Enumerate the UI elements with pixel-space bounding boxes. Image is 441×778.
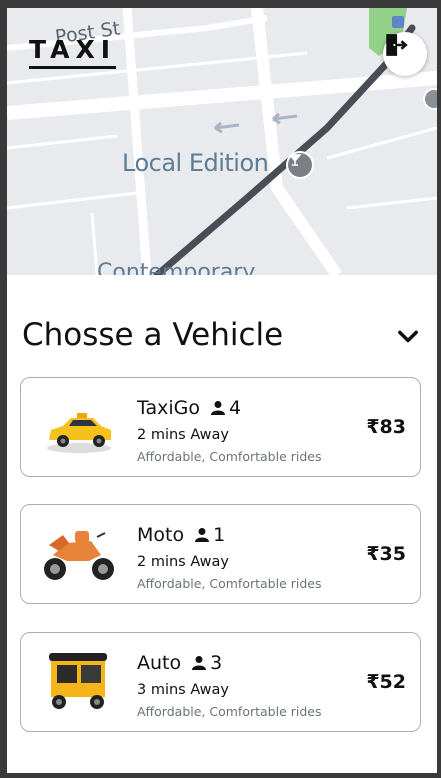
vehicle-eta: 2 mins Away	[137, 427, 229, 443]
app-frame: Post St Local Edition Contemporary TAXI …	[7, 8, 437, 773]
logout-button[interactable]	[383, 32, 427, 76]
auto-rickshaw-icon	[49, 653, 107, 709]
capacity-value: 4	[228, 397, 242, 419]
vehicle-option-auto[interactable]: Auto 3 3 mins Away Affordable, Comfortab…	[20, 632, 421, 732]
vehicle-option-moto[interactable]: Moto 1 2 mins Away Affordable, Comfortab…	[20, 504, 421, 604]
logout-icon	[386, 34, 408, 56]
bar-icon[interactable]	[286, 151, 314, 179]
vehicle-description: Affordable, Comfortable rides	[137, 704, 322, 719]
vehicle-description: Affordable, Comfortable rides	[137, 576, 322, 591]
capacity: 4	[210, 397, 241, 419]
vehicle-price: ₹52	[366, 671, 406, 693]
capacity-value: 1	[213, 524, 226, 546]
vehicle-eta: 2 mins Away	[137, 554, 229, 570]
vehicle-description: Affordable, Comfortable rides	[137, 449, 322, 464]
vehicle-name-label: Auto	[137, 652, 182, 674]
vehicle-price: ₹35	[366, 543, 406, 565]
vehicle-eta: 3 mins Away	[137, 682, 229, 698]
capacity: 1	[194, 524, 225, 546]
vehicle-name: TaxiGo 4	[137, 397, 241, 419]
person-icon	[192, 656, 207, 670]
map-view[interactable]: Post St Local Edition Contemporary TAXI	[7, 8, 437, 275]
vehicle-name: Moto 1	[137, 524, 225, 546]
capacity: 3	[191, 652, 222, 674]
vehicle-option-taxigo[interactable]: TaxiGo 4 2 mins Away Affordable, Comfort…	[20, 377, 421, 477]
motorbike-icon	[44, 531, 114, 580]
person-icon	[210, 401, 225, 415]
vehicle-name-label: Moto	[137, 524, 185, 546]
vehicle-price: ₹83	[366, 416, 406, 438]
section-title: Chosse a Vehicle	[22, 317, 284, 353]
map-bottom-label: Contemporary	[97, 260, 256, 275]
person-icon	[195, 528, 210, 542]
brand-logo: TAXI	[29, 36, 117, 69]
map-poi-label: Local Edition	[122, 149, 269, 177]
taxi-car-icon	[47, 413, 111, 453]
chevron-down-icon[interactable]	[394, 323, 422, 351]
vehicle-name: Auto 3	[137, 652, 222, 674]
vehicle-name-label: TaxiGo	[137, 397, 200, 419]
vehicle-section-header: Chosse a Vehicle	[22, 313, 422, 359]
capacity-value: 3	[210, 652, 223, 674]
